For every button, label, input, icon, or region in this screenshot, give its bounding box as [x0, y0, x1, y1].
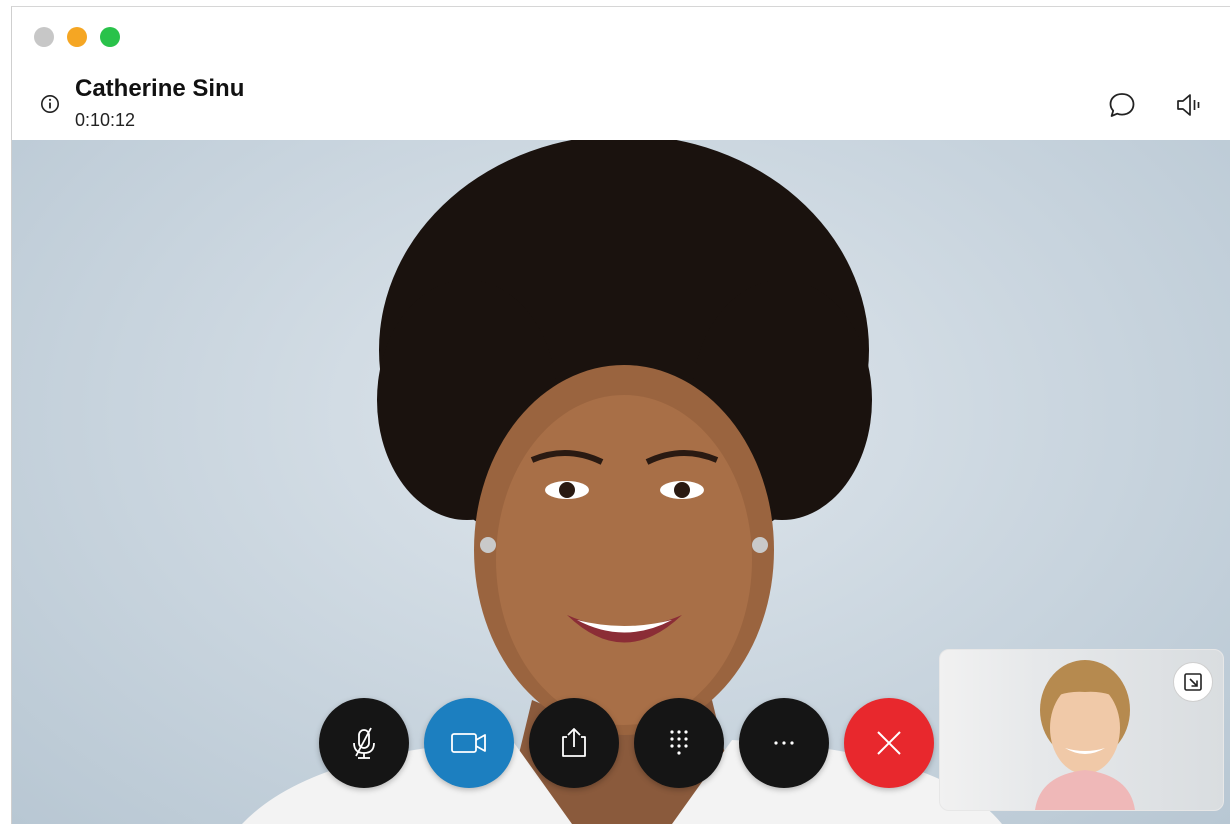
- end-call-button[interactable]: [844, 698, 934, 788]
- popout-icon: [1184, 673, 1202, 691]
- video-camera-icon: [451, 733, 486, 753]
- more-dots-icon: [774, 741, 794, 745]
- maximize-window-button[interactable]: [100, 27, 120, 47]
- popout-button[interactable]: [1173, 662, 1213, 702]
- minimize-window-button[interactable]: [67, 27, 87, 47]
- more-button[interactable]: [739, 698, 829, 788]
- chat-icon[interactable]: [1107, 90, 1137, 120]
- window-controls: [34, 27, 120, 47]
- video-button[interactable]: [424, 698, 514, 788]
- call-controls: [319, 698, 934, 788]
- close-window-button[interactable]: [34, 27, 54, 47]
- close-x-icon: [877, 731, 901, 755]
- share-upload-icon: [562, 728, 586, 757]
- call-header: Catherine Sinu 0:10:12: [12, 62, 1230, 142]
- share-button[interactable]: [529, 698, 619, 788]
- keypad-button[interactable]: [634, 698, 724, 788]
- microphone-muted-icon: [353, 727, 375, 759]
- call-timer: 0:10:12: [75, 110, 136, 130]
- self-view[interactable]: [939, 649, 1224, 811]
- contact-name: Catherine Sinu: [75, 75, 245, 102]
- mute-button[interactable]: [319, 698, 409, 788]
- speaker-icon[interactable]: [1174, 90, 1204, 120]
- keypad-icon: [670, 730, 688, 755]
- call-window: Catherine Sinu 0:10:12: [11, 6, 1230, 824]
- info-icon[interactable]: [40, 94, 60, 114]
